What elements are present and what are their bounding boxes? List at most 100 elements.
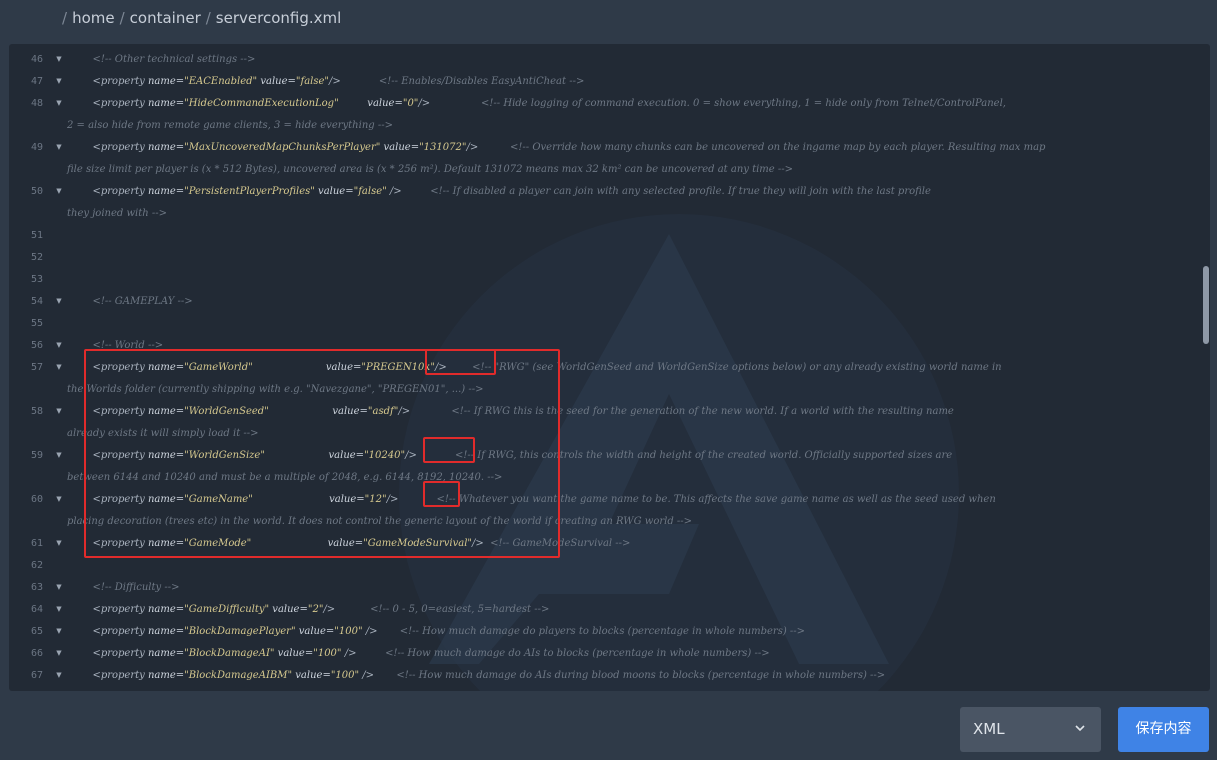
code-token-val: "PREGEN10k" (361, 362, 435, 373)
save-content-button[interactable]: 保存内容 (1118, 707, 1209, 752)
fold-toggle-icon[interactable]: ▼ (55, 143, 63, 151)
code-token-attr: name= (147, 406, 185, 417)
code-token-attr: value= (269, 604, 308, 615)
code-token-val: "2" (307, 604, 324, 615)
code-text: <!-- GAMEPLAY --> (67, 296, 192, 307)
language-select[interactable]: XML (960, 707, 1101, 752)
line-number: 63 (30, 582, 43, 593)
code-token-val: "GameWorld" (184, 362, 253, 373)
fold-toggle-icon[interactable]: ▼ (55, 671, 63, 679)
code-token-attr: value= (268, 406, 368, 417)
fold-toggle-icon[interactable]: ▼ (55, 649, 63, 657)
code-token-tag: /> (362, 626, 378, 637)
code-token-tag: <property (92, 670, 148, 681)
code-token-comment: <!-- World --> (92, 340, 164, 351)
fold-toggle-icon[interactable]: ▼ (55, 627, 63, 635)
breadcrumb-separator: / (205, 9, 211, 27)
code-token-tag: <property (92, 98, 148, 109)
vertical-scrollbar[interactable] (1203, 266, 1209, 344)
code-text: <property name="WorldGenSize" value="102… (67, 450, 952, 461)
code-token-val: "MaxUncoveredMapChunksPerPlayer" (184, 142, 381, 153)
watermark-logo (399, 214, 959, 691)
fold-toggle-icon[interactable]: ▼ (55, 77, 63, 85)
code-text: <property name="PersistentPlayerProfiles… (67, 186, 930, 197)
code-token-comment: <!-- Enables/Disables EasyAntiCheat --> (340, 76, 585, 87)
code-text: <property name="GameMode" value="GameMod… (67, 538, 630, 549)
fold-toggle-icon[interactable]: ▼ (55, 451, 63, 459)
code-token-val: "BlockDamagePlayer" (184, 626, 296, 637)
code-token-comment: <!-- GameModeSurvival --> (483, 538, 631, 549)
line-number: 55 (30, 318, 43, 329)
fold-toggle-icon[interactable]: ▼ (55, 583, 63, 591)
code-token-comment: <!-- Override how many chunks can be unc… (478, 142, 1046, 153)
code-token-comment: <!-- If RWG, this controls the width and… (416, 450, 953, 461)
code-token-attr: value= (257, 76, 296, 87)
code-token-comment: <!-- How much damage do players to block… (377, 626, 806, 637)
code-token-tag: <property (92, 648, 148, 659)
code-token-val: "100" (330, 670, 360, 681)
fold-toggle-icon[interactable]: ▼ (55, 55, 63, 63)
code-token-val: "asdf" (367, 406, 399, 417)
fold-toggle-icon[interactable]: ▼ (55, 99, 63, 107)
fold-toggle-icon[interactable]: ▼ (55, 341, 63, 349)
code-token-attr: value= (274, 648, 314, 659)
code-token-comment: <!-- How much damage do AIs during blood… (374, 670, 886, 681)
breadcrumb-separator: / (62, 9, 68, 27)
code-token-attr: name= (147, 648, 185, 659)
code-token-comment: <!-- Hide logging of command execution. … (430, 98, 1006, 109)
code-token-comment: <!-- 0 - 5, 0=easiest, 5=hardest --> (335, 604, 550, 615)
breadcrumb-container[interactable]: container (130, 9, 201, 27)
code-token-attr: name= (147, 362, 185, 373)
code-token-attr: value= (314, 186, 354, 197)
code-token-comment: <!-- "RWG" (see WorldGenSeed and WorldGe… (446, 362, 1002, 373)
code-token-attr: name= (147, 142, 185, 153)
code-token-val: "BlockDamageAIBM" (184, 670, 293, 681)
fold-toggle-icon[interactable]: ▼ (55, 605, 63, 613)
code-text: <!-- World --> (67, 340, 163, 351)
code-token-tag: <property (92, 76, 148, 87)
fold-toggle-icon[interactable]: ▼ (55, 407, 63, 415)
breadcrumb-home[interactable]: home (72, 9, 115, 27)
code-token-val: "WorldGenSeed" (184, 406, 269, 417)
code-token-tag: /> (466, 142, 479, 153)
code-token-tag: <property (92, 604, 148, 615)
line-number: 61 (30, 538, 43, 549)
code-token-attr: name= (147, 538, 185, 549)
code-token-attr: value= (292, 670, 331, 681)
code-text: <property name="BlockDamageAIBM" value="… (67, 670, 885, 681)
line-number: 53 (30, 274, 43, 285)
line-number: 57 (30, 362, 43, 373)
fold-toggle-icon[interactable]: ▼ (55, 363, 63, 371)
fold-toggle-icon[interactable]: ▼ (55, 187, 63, 195)
code-editor[interactable]: 46 ▼ <!-- Other technical settings --> 47 ▼… (9, 44, 1210, 691)
code-token-val: "12" (364, 494, 387, 505)
code-token-val: "GameName" (184, 494, 253, 505)
code-token-tag: /> (405, 450, 417, 461)
code-token-tag: /> (418, 98, 431, 109)
line-number: 60 (30, 494, 43, 505)
code-token-comment: <!-- Whatever you want the game name to … (398, 494, 996, 505)
code-token-tag: <property (92, 186, 148, 197)
code-token-attr: name= (147, 670, 185, 681)
chevron-down-icon (1075, 725, 1085, 732)
code-token-val: "WorldGenSize" (184, 450, 265, 461)
code-wrap-continuation: already exists it will simply load it --… (67, 428, 259, 439)
fold-toggle-icon[interactable]: ▼ (55, 539, 63, 547)
line-number: 52 (30, 252, 43, 263)
fold-toggle-icon[interactable]: ▼ (55, 297, 63, 305)
fold-toggle-icon[interactable]: ▼ (55, 495, 63, 503)
code-token-tag: <property (92, 406, 148, 417)
line-number: 65 (30, 626, 43, 637)
code-token-attr: value= (338, 98, 403, 109)
line-number: 59 (30, 450, 43, 461)
code-token-comment: <!-- How much damage do AIs to blocks (p… (356, 648, 770, 659)
code-token-attr: name= (147, 186, 185, 197)
